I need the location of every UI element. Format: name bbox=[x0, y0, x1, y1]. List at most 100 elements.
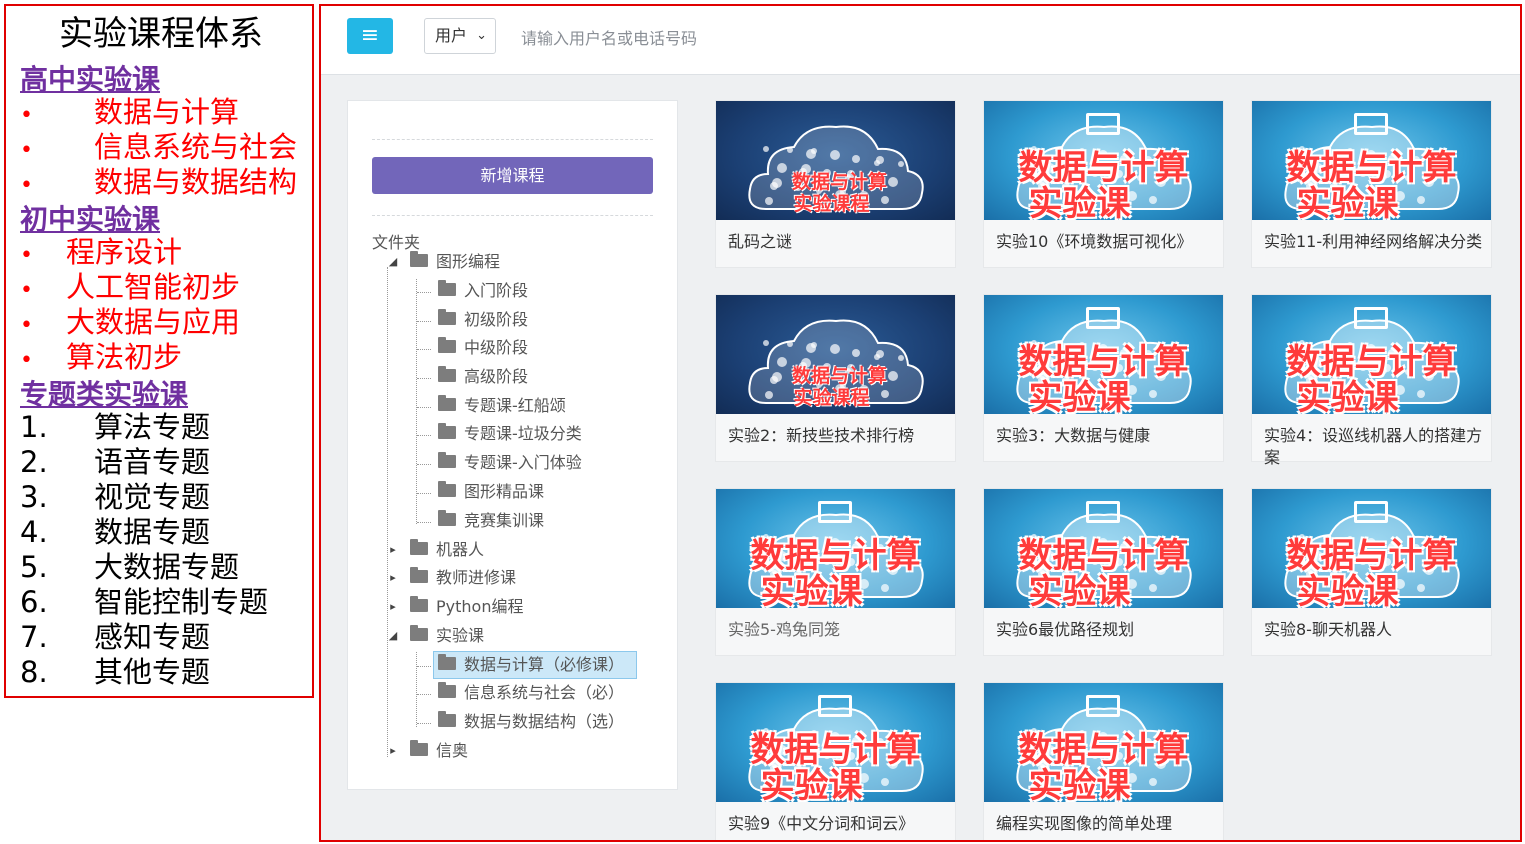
outline-numbered-item: 3. 视觉专题 bbox=[20, 480, 211, 514]
tree-folder-lab[interactable]: ◢ 实验课 bbox=[389, 623, 484, 649]
thumbnail-text: 数据与计算 bbox=[1018, 148, 1189, 188]
search-input[interactable] bbox=[519, 20, 883, 56]
tree-item[interactable]: 高级阶段 bbox=[438, 364, 528, 390]
tree-folder-python[interactable]: ▸ Python编程 bbox=[390, 594, 523, 620]
outline-heading-topics: 专题类实验课 bbox=[20, 378, 189, 411]
course-thumbnail: 数据与计算 实验课 bbox=[984, 101, 1223, 220]
bullet-icon: • bbox=[20, 103, 33, 128]
folder-icon bbox=[410, 567, 428, 583]
thumbnail-text: 数据与计算 bbox=[1286, 148, 1457, 188]
folder-icon bbox=[410, 539, 428, 555]
app-window: ≡ 用户 ⌄ 新增课程 文件夹 ◢图形编程 入门阶段 初级阶段 中级阶段 高级阶… bbox=[319, 4, 1522, 842]
course-thumbnail: 数据与计算 实验课程 bbox=[716, 295, 955, 414]
expand-toggle-icon: ▸ bbox=[390, 543, 396, 556]
thumbnail-text: 实验课 bbox=[760, 572, 863, 608]
folder-icon bbox=[438, 423, 456, 439]
thumbnail-text: 数据与计算 bbox=[791, 171, 887, 193]
folder-icon bbox=[410, 740, 428, 756]
course-card[interactable]: 数据与计算 实验课实验5-鸡兔同笼 bbox=[715, 488, 956, 656]
thumbnail-text: 实验课 bbox=[1028, 766, 1131, 802]
folder-icon bbox=[410, 251, 428, 267]
menu-toggle-button[interactable]: ≡ bbox=[347, 18, 393, 54]
thumbnail-text: 数据与计算 bbox=[1018, 536, 1189, 576]
course-card[interactable]: 数据与计算 实验课 实验11-利用神经网络解决分类 bbox=[1251, 100, 1492, 268]
thumbnail-text: 数据与计算 bbox=[750, 730, 921, 770]
outline-numbered-item: 8. 其他专题 bbox=[20, 655, 211, 689]
course-title: 实验3：大数据与健康 bbox=[996, 426, 1151, 445]
thumbnail-text: 数据与计算 bbox=[1286, 342, 1457, 382]
tree-folder-robot[interactable]: ▸ 机器人 bbox=[390, 537, 484, 563]
expand-toggle-icon: ▸ bbox=[390, 571, 396, 584]
monitor-icon bbox=[1086, 307, 1120, 329]
course-title: 实验10《环境数据可视化》 bbox=[996, 232, 1193, 251]
tree-item-selected[interactable]: 数据与计算（必修课） bbox=[433, 651, 638, 679]
bullet-icon: • bbox=[20, 278, 33, 303]
outline-item: • 大数据与应用 bbox=[20, 305, 240, 340]
bullet-icon: • bbox=[20, 313, 33, 338]
thumbnail-text: 实验课程 bbox=[793, 193, 870, 215]
expand-toggle-icon: ◢ bbox=[388, 255, 398, 268]
course-card[interactable]: 数据与计算 实验课程 实验2：新技些技术排行榜 bbox=[715, 294, 956, 462]
bullet-icon: • bbox=[20, 348, 33, 373]
outline-title: 实验课程体系 bbox=[59, 14, 263, 54]
tree-folder-olympiad[interactable]: ▸ 信奥 bbox=[390, 738, 468, 764]
course-thumbnail: 数据与计算 实验课程 bbox=[716, 101, 955, 220]
tree-item[interactable]: 信息系统与社会（必） bbox=[438, 680, 624, 706]
thumbnail-text: 实验课 bbox=[1028, 572, 1131, 608]
folder-tree-panel: 新增课程 文件夹 ◢ 图形编程 入门阶段 初级阶段 中级阶段 高级阶段 专题课-红… bbox=[347, 100, 678, 790]
tree-line bbox=[387, 267, 388, 757]
thumbnail-text: 实验课 bbox=[760, 766, 863, 802]
course-card[interactable]: 数据与计算 实验课 实验4：设巡线机器人的搭建方案 bbox=[1251, 294, 1492, 467]
folder-icon bbox=[438, 280, 456, 296]
tree-item[interactable]: 初级阶段 bbox=[438, 307, 528, 333]
monitor-icon bbox=[818, 501, 852, 523]
course-card[interactable]: 数据与计算 实验课 实验6最优路径规划 bbox=[983, 488, 1224, 656]
thumbnail-text: 实验课 bbox=[1028, 378, 1131, 414]
course-card[interactable]: 数据与计算 实验课实验8-聊天机器人 bbox=[1251, 488, 1492, 656]
search-type-select[interactable]: 用户 ⌄ bbox=[424, 18, 496, 54]
thumbnail-text: 实验课 bbox=[1296, 572, 1399, 608]
outline-heading-middle-school: 初中实验课 bbox=[20, 203, 161, 236]
tree-item[interactable]: 专题课-入门体验 bbox=[438, 450, 582, 476]
tree-line bbox=[416, 279, 417, 524]
monitor-icon bbox=[818, 695, 852, 717]
outline-item: • 人工智能初步 bbox=[20, 270, 240, 305]
folder-icon bbox=[410, 625, 428, 641]
hamburger-icon: ≡ bbox=[360, 23, 380, 48]
thumbnail-text: 数据与计算 bbox=[750, 536, 921, 576]
course-title: 实验8-聊天机器人 bbox=[1264, 620, 1392, 639]
folder-icon bbox=[438, 337, 456, 353]
course-card[interactable]: 数据与计算 实验课 实验9《中文分词和词云》 bbox=[715, 682, 956, 840]
outline-item: • 数据与数据结构 bbox=[20, 165, 297, 200]
course-thumbnail: 数据与计算 实验课 bbox=[716, 683, 955, 802]
thumbnail-text: 数据与计算 bbox=[1018, 730, 1189, 770]
course-thumbnail: 数据与计算 实验课 bbox=[1252, 489, 1491, 608]
folder-icon bbox=[438, 682, 456, 698]
course-card[interactable]: 数据与计算 实验课实验10《环境数据可视化》 bbox=[983, 100, 1224, 268]
expand-toggle-icon: ▸ bbox=[390, 600, 396, 613]
tree-folder-graphics[interactable]: ◢ 图形编程 bbox=[389, 249, 500, 275]
course-card[interactable]: 数据与计算 实验课程 乱码之谜 bbox=[715, 100, 956, 268]
course-card[interactable]: 数据与计算 实验课编程实现图像的简单处理 bbox=[983, 682, 1224, 840]
tree-item[interactable]: 专题课-垃圾分类 bbox=[438, 421, 582, 447]
monitor-icon bbox=[1086, 113, 1120, 135]
course-thumbnail: 数据与计算 实验课 bbox=[984, 295, 1223, 414]
tree-item[interactable]: 入门阶段 bbox=[438, 278, 528, 304]
tree-item[interactable]: 图形精品课 bbox=[438, 479, 544, 505]
divider bbox=[372, 215, 653, 216]
tree-folder-teacher[interactable]: ▸ 教师进修课 bbox=[390, 565, 516, 591]
tree-item[interactable]: 中级阶段 bbox=[438, 335, 528, 361]
tree-item[interactable]: 竞赛集训课 bbox=[438, 508, 544, 534]
course-card[interactable]: 数据与计算 实验课实验3：大数据与健康 bbox=[983, 294, 1224, 462]
tree-item[interactable]: 专题课-红船颂 bbox=[438, 393, 566, 419]
outline-item: • 数据与计算 bbox=[20, 95, 239, 130]
course-thumbnail: 数据与计算 实验课 bbox=[716, 489, 955, 608]
outline-numbered-item: 7. 感知专题 bbox=[20, 620, 211, 654]
monitor-icon bbox=[1354, 113, 1388, 135]
course-title: 实验5-鸡兔同笼 bbox=[728, 620, 840, 639]
outline-item: • 程序设计 bbox=[20, 235, 182, 270]
tree-item[interactable]: 数据与数据结构（选） bbox=[438, 709, 624, 735]
outline-numbered-item: 4. 数据专题 bbox=[20, 515, 211, 549]
add-course-button[interactable]: 新增课程 bbox=[372, 157, 653, 194]
course-title: 编程实现图像的简单处理 bbox=[996, 814, 1173, 833]
